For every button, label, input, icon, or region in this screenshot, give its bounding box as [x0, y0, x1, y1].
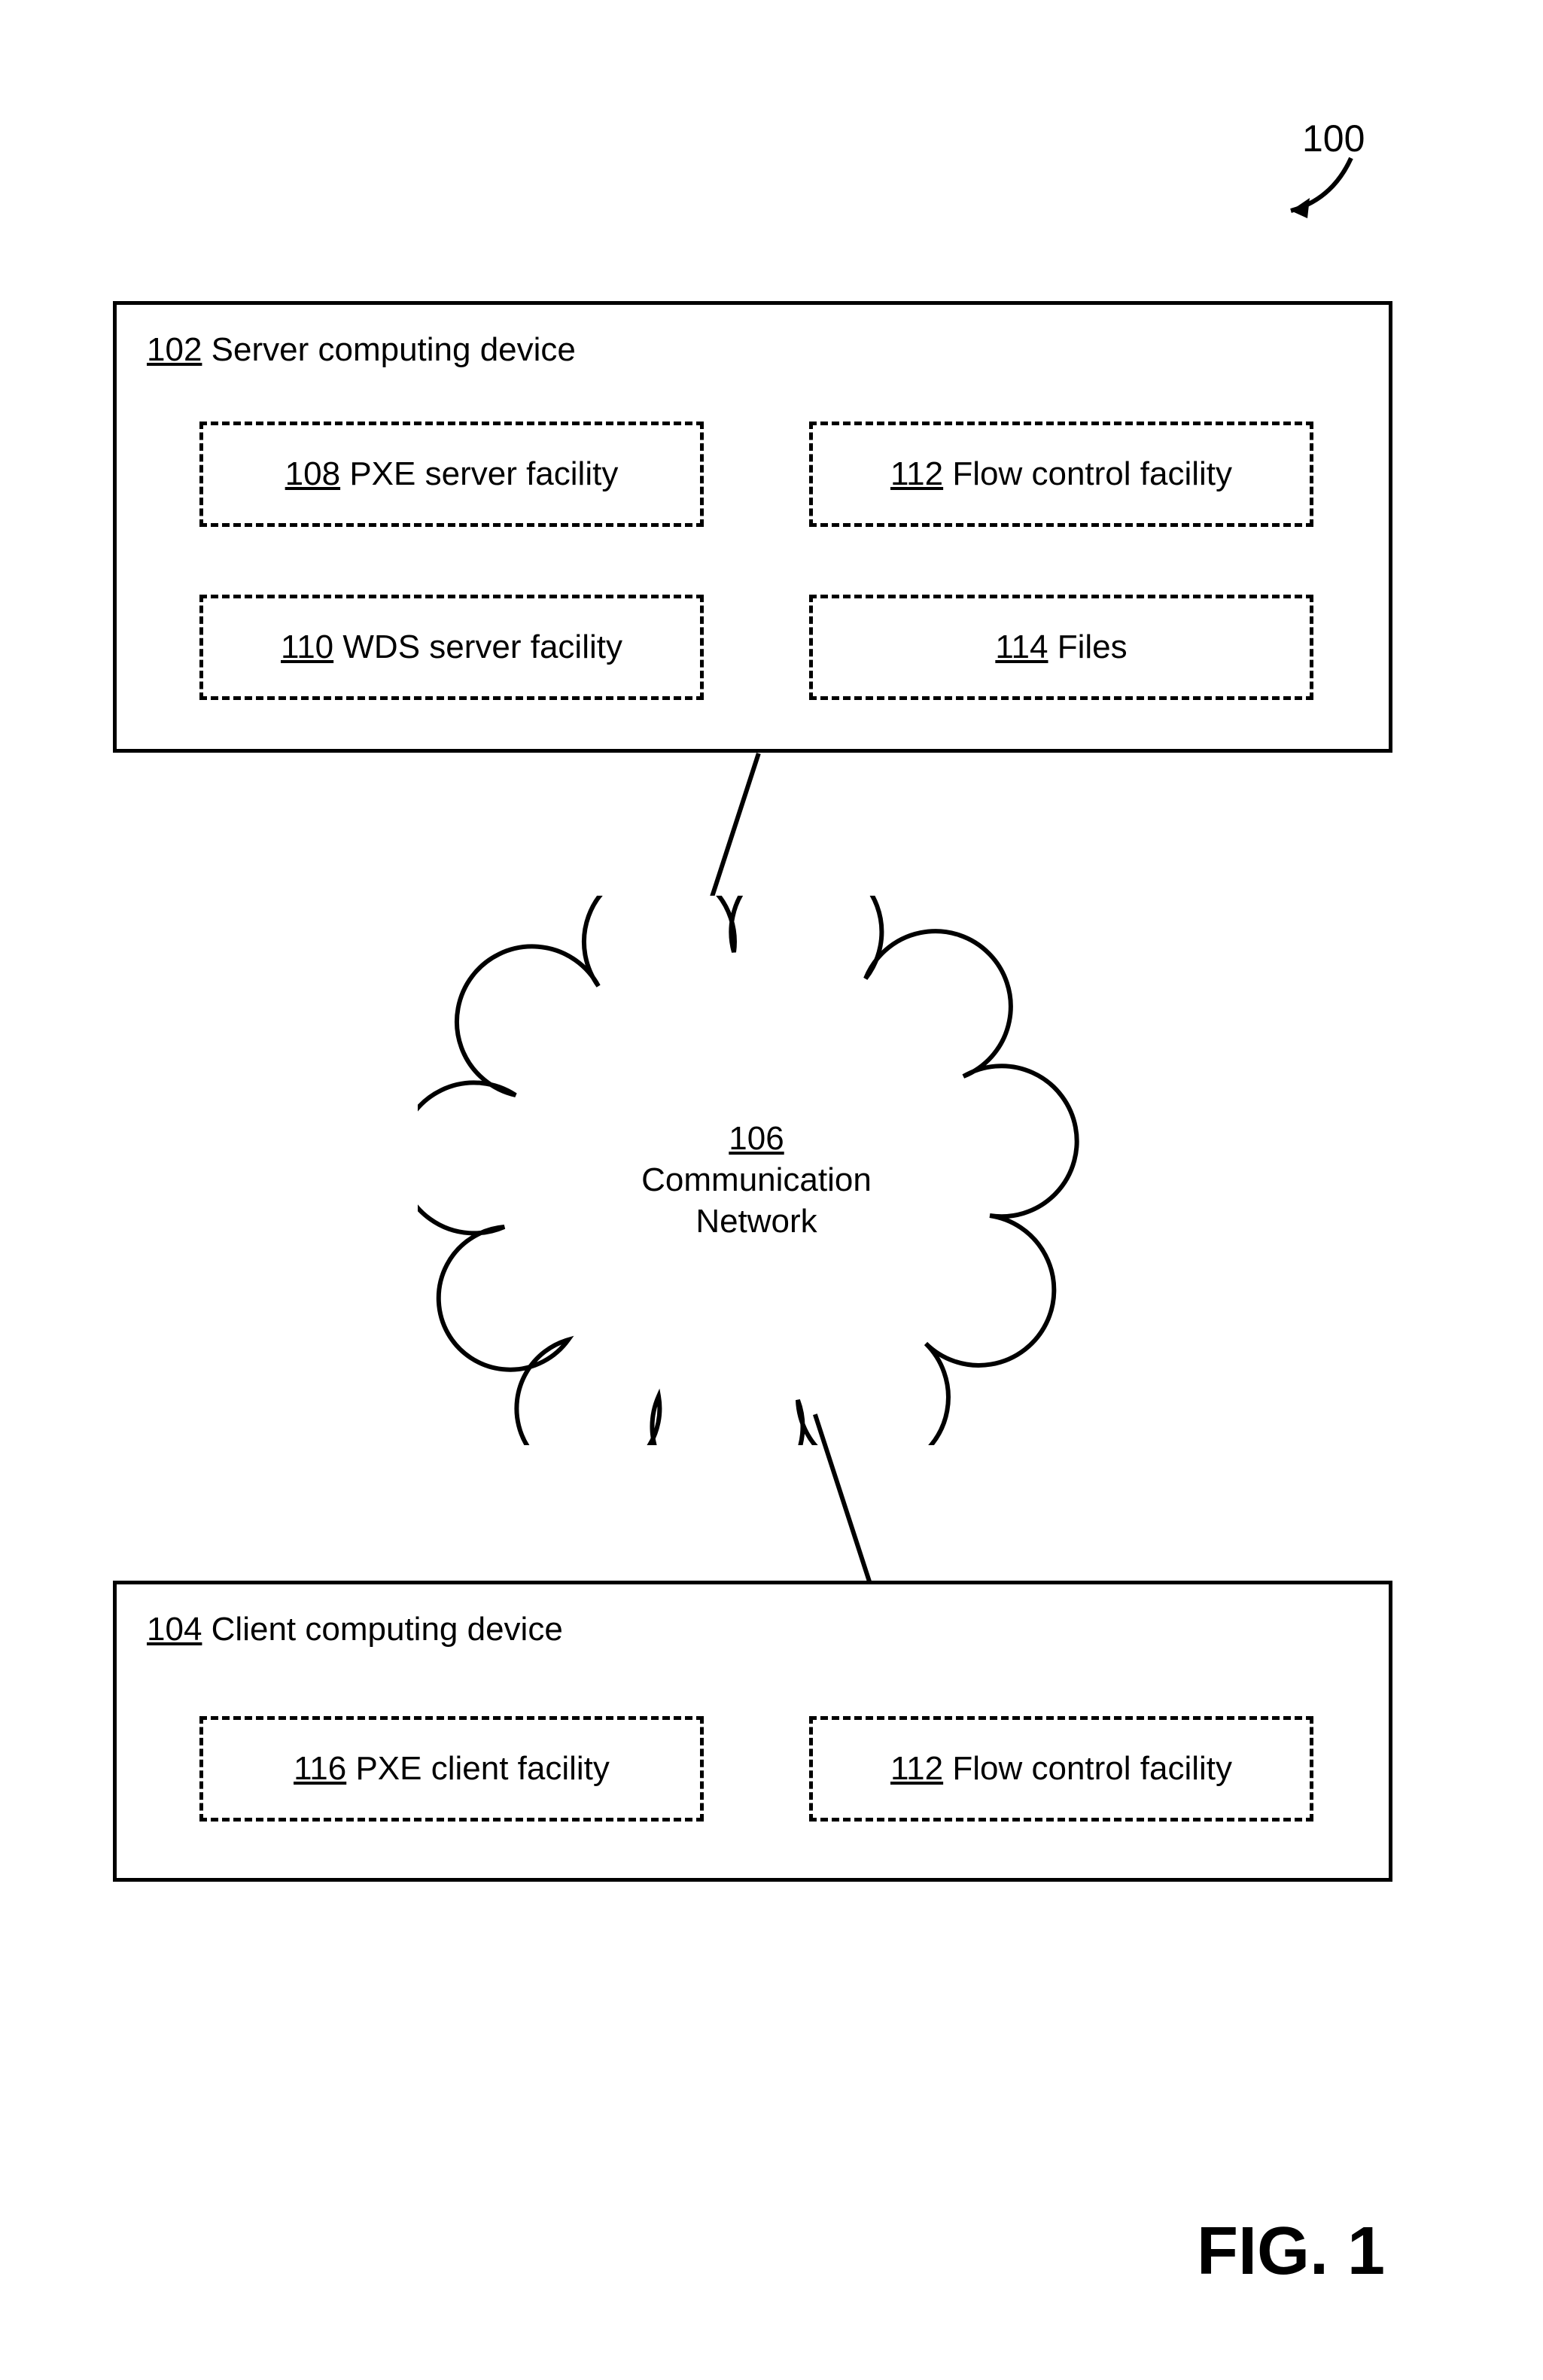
files-label: Files [1058, 628, 1128, 665]
wds-server-number: 110 [281, 628, 333, 665]
cloud-network: 106 Communication Network [418, 896, 1095, 1445]
pxe-server-facility-box: 108 PXE server facility [199, 422, 704, 527]
server-box: 102 Server computing device 108 PXE serv… [113, 301, 1392, 753]
server-inner-row-1: 108 PXE server facility 112 Flow control… [199, 422, 1313, 527]
client-box-number: 104 [147, 1611, 202, 1648]
server-inner-row-2: 110 WDS server facility 114 Files [199, 595, 1313, 700]
server-flow-control-number: 112 [890, 455, 943, 492]
pxe-client-label: PXE client facility [355, 1750, 609, 1787]
server-box-label: Server computing device [212, 331, 576, 368]
pxe-client-number: 116 [294, 1750, 346, 1787]
client-box-title: 104 Client computing device [147, 1611, 563, 1648]
figure-caption: FIG. 1 [1197, 2213, 1385, 2290]
client-inner-row: 116 PXE client facility 112 Flow control… [199, 1716, 1313, 1822]
files-box: 114 Files [809, 595, 1313, 700]
cloud-label-line2: Network [418, 1201, 1095, 1242]
pxe-server-number: 108 [285, 455, 340, 492]
files-number: 114 [995, 628, 1048, 665]
figure-ref-arrow-icon [1280, 154, 1370, 230]
cloud-label-line1: Communication [418, 1159, 1095, 1201]
page: 100 102 Server computing device 108 PXE … [0, 0, 1543, 2380]
pxe-server-label: PXE server facility [349, 455, 618, 492]
pxe-client-facility-box: 116 PXE client facility [199, 1716, 704, 1822]
client-box: 104 Client computing device 116 PXE clie… [113, 1581, 1392, 1882]
client-flow-control-number: 112 [890, 1750, 943, 1787]
server-box-number: 102 [147, 331, 202, 368]
client-flow-control-label: Flow control facility [952, 1750, 1232, 1787]
wds-server-label: WDS server facility [342, 628, 622, 665]
client-flow-control-facility-box: 112 Flow control facility [809, 1716, 1313, 1822]
server-flow-control-facility-box: 112 Flow control facility [809, 422, 1313, 527]
cloud-text: 106 Communication Network [418, 1118, 1095, 1242]
server-box-title: 102 Server computing device [147, 331, 576, 369]
client-box-label: Client computing device [212, 1611, 563, 1648]
server-flow-control-label: Flow control facility [952, 455, 1232, 492]
wds-server-facility-box: 110 WDS server facility [199, 595, 704, 700]
cloud-number: 106 [729, 1120, 784, 1157]
